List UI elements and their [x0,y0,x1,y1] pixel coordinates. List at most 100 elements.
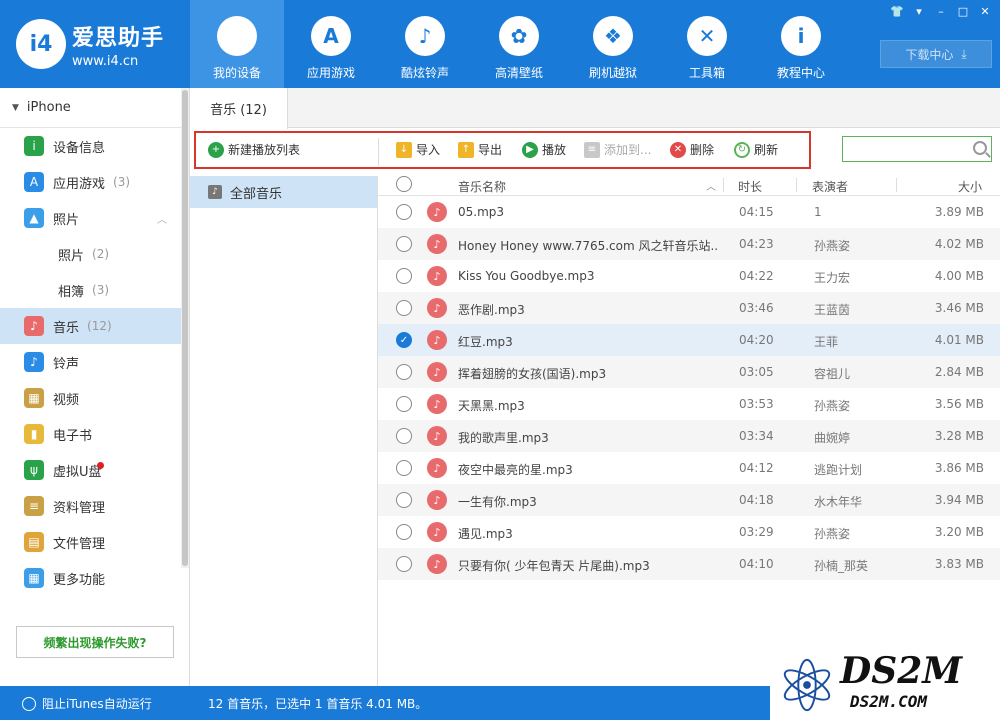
row-checkbox[interactable] [396,268,412,284]
nav-item-4[interactable]: ❖ 刷机越狱 [566,0,660,88]
sidebar-scrollbar[interactable] [181,88,189,568]
minimize-icon[interactable]: – [930,2,952,20]
table-row[interactable]: ♪ Honey Honey www.7765.com 风之轩音乐站... 04:23… [378,228,1000,260]
row-checkbox[interactable] [396,428,412,444]
sidebar-item-5[interactable]: ♪ 音乐 (12) [0,308,181,344]
table-row[interactable]: ♪ 天黑黑.mp3 03:53 孙燕姿 3.56 MB [378,388,1000,420]
nav-item-3[interactable]: ✿ 高清壁纸 [472,0,566,88]
nav-item-6[interactable]: i 教程中心 [754,0,848,88]
close-icon[interactable]: ✕ [974,2,996,20]
app-store-icon: A [311,16,351,56]
row-checkbox[interactable]: ✓ [396,332,412,348]
sidebar-item-label: 更多功能 [53,572,106,588]
operation-failed-help-button[interactable]: 频繁出现操作失败? [16,626,174,658]
nav-item-2[interactable]: ♪ 酷炫铃声 [378,0,472,88]
download-center-button[interactable]: 下载中心 ⤓ [880,40,992,68]
column-divider [896,178,897,192]
table-row[interactable]: ♪ 我的歌声里.mp3 03:34 曲婉婷 3.28 MB [378,420,1000,452]
refresh-button[interactable]: ↻ 刷新 [734,141,778,158]
sidebar-scroll-thumb[interactable] [182,90,188,566]
search-input[interactable] [843,137,963,161]
menu-icon[interactable]: ▾ [908,2,930,20]
column-header-name[interactable]: 音乐名称 [458,178,506,195]
info-icon: i [781,16,821,56]
row-checkbox[interactable] [396,556,412,572]
nav-item-0[interactable]: 我的设备 [190,0,284,88]
add-to-button[interactable]: ≡ 添加到... [584,141,651,158]
sidebar-item-label: 应用游戏 [53,176,106,192]
sidebar-item-label: 相簿 [58,284,85,300]
sidebar-item-7[interactable]: ▦ 视频 [0,380,189,416]
cell-duration: 04:10 [739,557,774,571]
sidebar-item-label: 照片 [58,248,85,264]
cell-duration: 03:05 [739,365,774,379]
cell-size: 3.28 MB [934,429,984,443]
sidebar-item-2[interactable]: ▲ 照片 ︿ [0,200,189,236]
row-checkbox[interactable] [396,364,412,380]
table-body: ♪ 05.mp3 04:15 1 3.89 MB ♪ Honey Honey www.776… [378,196,1000,580]
box-icon: ❖ [593,16,633,56]
playlist-item-all-music[interactable]: ♪ 全部音乐 [190,176,377,208]
video-icon: ▦ [24,388,44,408]
import-button[interactable]: ↓ 导入 [396,141,440,158]
sidebar-item-label: 虚拟U盘 [53,464,102,480]
table-row[interactable]: ✓ ♪ 红豆.mp3 04:20 王菲 4.01 MB [378,324,1000,356]
music-file-icon: ♪ [427,234,447,254]
block-itunes-toggle[interactable]: 阻止iTunes自动运行 [22,695,152,712]
table-row[interactable]: ♪ 只要有你( 少年包青天 片尾曲).mp3 04:10 孙楠_那英 3.83 MB [378,548,1000,580]
logo-url: www.i4.cn [72,53,139,69]
search-icon[interactable] [973,141,987,155]
notification-dot-icon [97,462,104,469]
radio-icon[interactable] [22,696,36,711]
sidebar-item-4[interactable]: 相簿 (3) [0,272,189,308]
sidebar-item-11[interactable]: ▤ 文件管理 [0,524,189,560]
maximize-icon[interactable]: □ [952,2,974,20]
cell-artist: 孙楠_那英 [814,559,869,573]
table-row[interactable]: ♪ 一生有你.mp3 04:18 水木年华 3.94 MB [378,484,1000,516]
delete-button[interactable]: ✕ 删除 [670,141,714,158]
table-row[interactable]: ♪ 夜空中最亮的星.mp3 04:12 逃跑计划 3.86 MB [378,452,1000,484]
nav-item-1[interactable]: A 应用游戏 [284,0,378,88]
sidebar-item-9[interactable]: ψ 虚拟U盘 [0,452,189,488]
sidebar-item-label: 文件管理 [53,536,106,552]
music-file-icon: ♪ [427,394,447,414]
table-row[interactable]: ♪ 遇见.mp3 03:29 孙燕姿 3.20 MB [378,516,1000,548]
row-checkbox[interactable] [396,300,412,316]
sidebar-item-10[interactable]: ≡ 资料管理 [0,488,189,524]
apple-icon [217,16,257,56]
sort-asc-icon[interactable]: ︿ [706,178,716,193]
row-checkbox[interactable] [396,396,412,412]
chevron-up-icon[interactable]: ︿ [157,211,167,226]
column-header-size[interactable]: 大小 [958,178,982,195]
sidebar-item-label: 照片 [53,212,80,228]
nav-item-5[interactable]: ✕ 工具箱 [660,0,754,88]
export-button[interactable]: ↑ 导出 [458,141,502,158]
table-row[interactable]: ♪ 挥着翅膀的女孩(国语).mp3 03:05 容祖儿 2.84 MB [378,356,1000,388]
sidebar-item-12[interactable]: ▦ 更多功能 [0,560,189,596]
select-all-checkbox[interactable] [396,176,412,192]
cell-artist: 曲婉婷 [814,431,851,445]
table-row[interactable]: ♪ 05.mp3 04:15 1 3.89 MB [378,196,1000,228]
skin-icon[interactable]: 👕 [886,2,908,20]
row-checkbox[interactable] [396,460,412,476]
sidebar-item-8[interactable]: ▮ 电子书 [0,416,189,452]
nav-label: 刷机越狱 [588,66,637,80]
row-checkbox[interactable] [396,204,412,220]
new-playlist-button[interactable]: + 新建播放列表 [208,141,300,158]
sidebar-item-0[interactable]: i 设备信息 [0,128,189,164]
row-checkbox[interactable] [396,524,412,540]
column-header-artist[interactable]: 表演者 [812,178,848,195]
tab-music[interactable]: 音乐 (12) [190,88,288,129]
column-header-duration[interactable]: 时长 [738,178,762,195]
search-box[interactable] [842,136,992,162]
row-checkbox[interactable] [396,492,412,508]
table-row[interactable]: ♪ 恶作剧.mp3 03:46 王蓝茵 3.46 MB [378,292,1000,324]
table-row[interactable]: ♪ Kiss You Goodbye.mp3 04:22 王力宏 4.00 MB [378,260,1000,292]
sidebar-item-1[interactable]: A 应用游戏 (3) [0,164,189,200]
device-selector[interactable]: ▼ iPhone [0,88,189,128]
cell-duration: 03:53 [739,397,774,411]
play-button[interactable]: ▶ 播放 [522,141,566,158]
sidebar-item-6[interactable]: ♪ 铃声 [0,344,189,380]
sidebar-item-3[interactable]: 照片 (2) [0,236,189,272]
row-checkbox[interactable] [396,236,412,252]
